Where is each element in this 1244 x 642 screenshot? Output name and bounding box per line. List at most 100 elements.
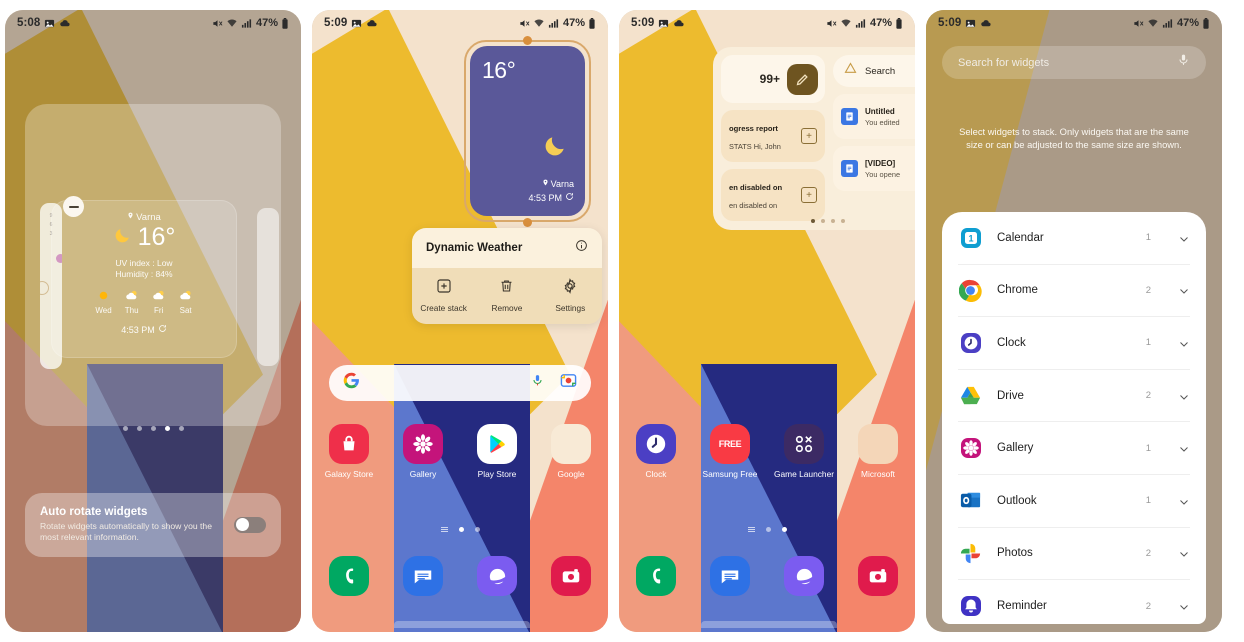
widget-app-list[interactable]: 1 Calendar 1 Chrome 2 Clock 1 Drive 2 Ga… [942,212,1206,624]
list-item[interactable]: Chrome 2 [958,265,1190,318]
pencil-icon[interactable] [787,63,818,95]
settings-label: Settings [555,303,586,313]
app-play-store[interactable]: Play Store [460,424,534,479]
dock-internet[interactable] [767,556,841,596]
status-time: 5:09 [324,17,348,29]
refresh-icon[interactable] [158,324,167,335]
remove-widget-button[interactable] [63,196,84,217]
app-label: Gallery [409,469,437,479]
widget-page-indicator[interactable] [5,426,301,431]
dock-internet[interactable] [460,556,534,596]
refresh-icon[interactable] [565,192,574,203]
drive-search-bar[interactable]: Search [833,55,915,87]
chevron-down-icon[interactable] [1178,547,1190,559]
chevron-down-icon[interactable] [1178,232,1190,244]
widget-count: 1 [1145,232,1151,244]
dock-handle[interactable] [701,621,837,628]
list-item[interactable]: Outlook 1 [958,475,1190,528]
settings-button[interactable]: Settings [539,268,602,324]
forecast-day: Thu [125,289,139,315]
weather-widget-body[interactable]: 16° Varna 4:53 PM [470,46,585,216]
forecast-day-label: Sat [179,306,192,315]
app-microsoft-folder[interactable]: Microsoft [841,424,915,479]
archive-icon[interactable]: + [801,128,817,144]
dock-camera[interactable] [841,556,915,596]
drive-search-label: Search [865,65,896,77]
gmail-list-item[interactable]: en disabled on en disabled on + [721,169,825,221]
home-apps-bars-icon[interactable] [440,527,448,532]
home-page-indicator[interactable] [619,527,915,532]
status-bar: 5:09 47% [926,10,1222,36]
page-dot[interactable] [474,527,480,532]
home-apps-bars-icon[interactable] [747,527,755,532]
chevron-down-icon[interactable] [1178,442,1190,454]
chevron-down-icon[interactable] [1178,337,1190,349]
dock [619,556,915,596]
clock-icon [958,330,983,355]
page-dot[interactable] [781,527,787,532]
chevron-down-icon[interactable] [1178,284,1190,296]
widget-search-bar[interactable]: Search for widgets [942,46,1206,79]
dock-handle[interactable] [394,621,530,628]
widget-app-name: Outlook [997,494,1037,507]
app-game-launcher[interactable]: Game Launcher [767,424,841,479]
email-preview: STATS Hi, John [729,142,781,151]
file-status: You opene [865,169,901,179]
dock-messages[interactable] [693,556,767,596]
dock-phone[interactable] [619,556,693,596]
page-dot[interactable] [458,527,464,532]
stack-widget-drive[interactable]: Search Untitled You edited [VIDEO] You o… [833,55,915,222]
selected-weather-widget[interactable]: 16° Varna 4:53 PM [464,35,591,227]
list-item[interactable]: Gallery 1 [958,422,1190,475]
app-galaxy-store[interactable]: Galaxy Store [312,424,386,479]
app-gallery[interactable]: Gallery [386,424,460,479]
microphone-icon[interactable] [1177,52,1190,73]
gmail-list-item[interactable]: ogress report STATS Hi, John + [721,110,825,162]
stack-page-indicator[interactable] [713,219,915,223]
remove-button[interactable]: Remove [475,268,538,324]
google-lens-icon[interactable] [560,372,577,394]
dock-messages[interactable] [386,556,460,596]
google-search-widget[interactable] [329,365,591,401]
stack-widget-gmail[interactable]: 99+ ogress report STATS Hi, John + en di… [721,55,825,222]
microphone-icon[interactable] [531,373,544,393]
widget-count: 2 [1145,390,1151,402]
list-item[interactable]: Drive 2 [958,370,1190,423]
drive-file-item[interactable]: [VIDEO] You opene [833,146,915,191]
auto-rotate-toggle[interactable] [234,516,266,533]
cloud-icon [366,18,378,29]
wifi-icon [1147,18,1159,29]
cloud-icon [59,18,71,29]
list-item[interactable]: Clock 1 [958,317,1190,370]
messages-icon [710,556,750,596]
app-clock[interactable]: Clock [619,424,693,479]
toast-subtitle: Rotate widgets automatically to show you… [40,520,212,543]
email-subject: en disabled on [729,183,783,192]
search-input[interactable]: Search for widgets [958,57,1049,69]
widget-stack[interactable]: 99+ ogress report STATS Hi, John + en di… [713,47,915,230]
list-item[interactable]: 1 Calendar 1 [958,212,1190,265]
dock-phone[interactable] [312,556,386,596]
chevron-down-icon[interactable] [1178,600,1190,612]
app-label: Google [557,469,585,479]
resize-handle-top[interactable] [523,35,532,45]
weather-widget[interactable]: Varna 16° UV index : Low Humidity : 84% … [51,200,237,358]
archive-icon[interactable]: + [801,187,817,203]
cloud-icon [980,18,992,29]
list-item[interactable]: Photos 2 [958,528,1190,581]
app-samsung-free[interactable]: FREE Samsung Free [693,424,767,479]
page-dot[interactable] [765,527,771,532]
home-apps-row: Galaxy Store Gallery Play Store Google [312,424,608,479]
home-page-indicator[interactable] [312,527,608,532]
chevron-down-icon[interactable] [1178,390,1190,402]
drive-file-item[interactable]: Untitled You edited [833,94,915,139]
wifi-icon [226,18,238,29]
list-item[interactable]: Reminder 2 [958,580,1190,624]
info-icon[interactable] [575,239,588,257]
chevron-down-icon[interactable] [1178,495,1190,507]
resize-handle-bottom[interactable] [523,217,532,227]
app-google-folder[interactable]: Google [534,424,608,479]
widget-count: 2 [1145,600,1151,612]
create-stack-button[interactable]: Create stack [412,268,475,324]
dock-camera[interactable] [534,556,608,596]
